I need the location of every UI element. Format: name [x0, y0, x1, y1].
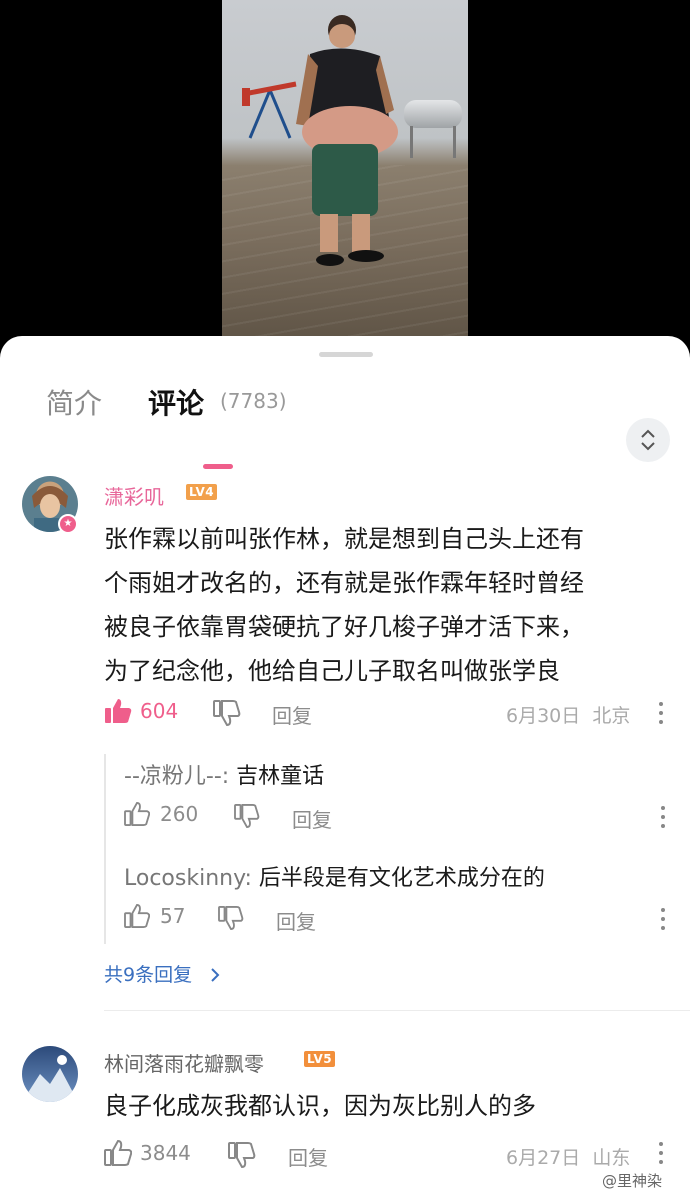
expand-button[interactable] — [626, 418, 670, 462]
reply-text: 后半段是有文化艺术成分在的 — [258, 866, 545, 891]
comment-location: 北京 — [592, 705, 631, 727]
like-button[interactable]: 604 — [104, 698, 178, 724]
reply-button[interactable]: 回复 — [288, 1142, 328, 1171]
tab-comments[interactable]: 评论 — [148, 382, 204, 422]
more-replies-link[interactable]: 共9条回复 — [104, 960, 222, 987]
chevron-right-icon — [211, 968, 220, 982]
comment-date: 6月30日 — [506, 705, 581, 727]
reply-button[interactable]: 回复 — [272, 700, 312, 729]
tab-intro[interactable]: 简介 — [46, 382, 102, 422]
comment-meta: 6月27日 山东 — [506, 1143, 630, 1170]
dislike-button[interactable] — [213, 700, 241, 726]
reply-button[interactable]: 回复 — [276, 906, 316, 935]
reply-thread: --凉粉儿--: 吉林童话 260 回复 Locoskinny: 后半段是有文化… — [104, 754, 680, 944]
like-count: 57 — [160, 904, 186, 928]
thumbs-down-icon — [234, 804, 260, 828]
level-badge: LV4 — [186, 484, 218, 500]
watermark: @里神染 — [602, 1172, 663, 1190]
video-frame — [222, 0, 468, 345]
thumbs-up-icon — [124, 802, 150, 826]
like-button[interactable]: 57 — [124, 904, 185, 928]
comments-sheet: 简介 评论 (7783) ★ 潇彩叽 LV4 张作霖以前叫张作林，就是想到自己头… — [0, 336, 690, 1197]
avatar[interactable] — [22, 1046, 78, 1102]
like-button[interactable]: 260 — [124, 802, 198, 826]
dislike-button[interactable] — [228, 1142, 256, 1168]
verified-badge: ★ — [58, 514, 78, 534]
more-vertical-icon[interactable] — [658, 1142, 664, 1164]
person-image — [296, 15, 398, 266]
comment-text-line: 良子化成灰我都认识，因为灰比别人的多 — [104, 1092, 536, 1120]
like-count: 260 — [160, 802, 199, 826]
thumbs-up-icon — [124, 904, 150, 928]
active-tab-indicator — [203, 464, 233, 469]
tab-bar: 简介 评论 (7783) — [0, 376, 690, 469]
dislike-button[interactable] — [218, 906, 244, 930]
drag-handle[interactable] — [319, 352, 373, 357]
like-button[interactable]: 3844 — [104, 1140, 191, 1166]
comments-count: (7783) — [220, 389, 287, 413]
reply-button[interactable]: 回复 — [292, 804, 332, 833]
thumbs-up-icon — [105, 699, 132, 723]
reply-username[interactable]: Locoskinny — [124, 866, 245, 891]
more-vertical-icon[interactable] — [660, 908, 666, 930]
video-player[interactable] — [0, 0, 690, 345]
comment-username[interactable]: 林间落雨花瓣飘零 — [104, 1048, 264, 1077]
like-count: 604 — [140, 699, 179, 723]
divider — [104, 1010, 690, 1011]
level-badge: LV5 — [304, 1051, 336, 1067]
comment-meta: 6月30日 北京 — [506, 701, 630, 728]
like-count: 3844 — [140, 1141, 191, 1165]
comment-location: 山东 — [592, 1147, 631, 1169]
comment-text-line: 被良子依靠胃袋硬抗了好几梭子弹才活下来， — [104, 613, 584, 641]
comment-username[interactable]: 潇彩叽 — [104, 481, 164, 510]
comment-text-line: 张作霖以前叫张作林，就是想到自己头上还有 — [104, 525, 584, 553]
more-vertical-icon[interactable] — [660, 806, 666, 828]
comment-text-line: 个雨姐才改名的，还有就是张作霖年轻时曾经 — [104, 569, 584, 597]
reply-username[interactable]: --凉粉儿-- — [124, 764, 222, 789]
dislike-button[interactable] — [234, 804, 260, 828]
thumbs-down-icon — [228, 1142, 256, 1168]
chevron-up-down-icon — [641, 429, 655, 451]
water-tank-image — [404, 100, 462, 128]
reply-text: 吉林童话 — [236, 764, 325, 789]
thumbs-up-icon — [104, 1140, 132, 1166]
oil-pump-jack-image — [242, 81, 297, 139]
thumbs-down-icon — [213, 700, 241, 726]
thumbs-down-icon — [218, 906, 244, 930]
comment-date: 6月27日 — [506, 1147, 581, 1169]
comment-text-line: 为了纪念他，他给自己儿子取名叫做张学良 — [104, 657, 560, 685]
more-vertical-icon[interactable] — [658, 702, 664, 724]
